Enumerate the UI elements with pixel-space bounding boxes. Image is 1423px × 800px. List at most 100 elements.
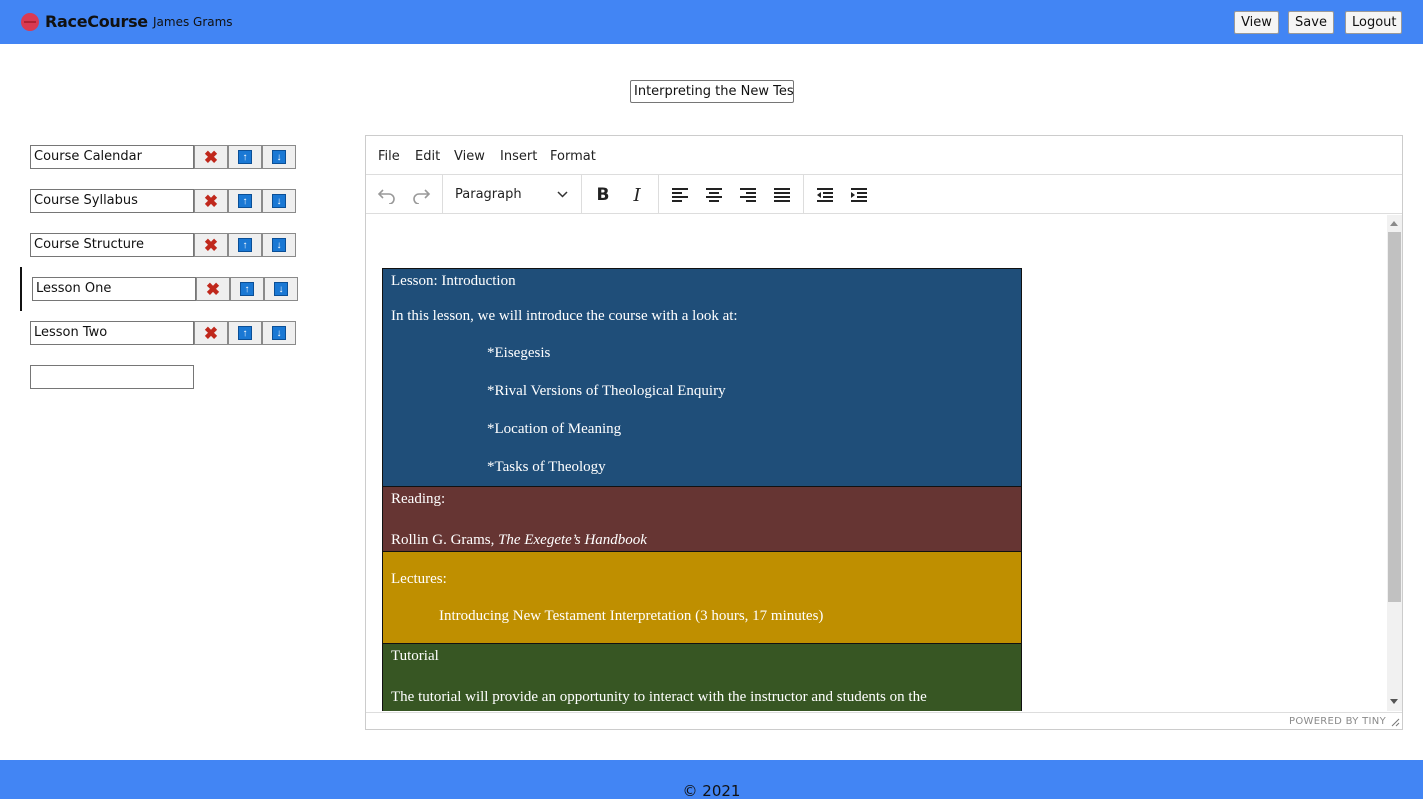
menu-view[interactable]: View: [454, 149, 485, 164]
redo-icon[interactable]: [410, 184, 432, 206]
reading-title: The Exegete’s Handbook: [498, 532, 647, 548]
italic-icon[interactable]: I: [626, 184, 648, 206]
tutorial-cell[interactable]: Tutorial The tutorial will provide an op…: [382, 643, 1022, 711]
move-up-button[interactable]: ↑: [230, 277, 264, 301]
align-left-icon[interactable]: [669, 184, 691, 206]
scroll-up-arrow-icon[interactable]: [1390, 221, 1398, 226]
indent-icon[interactable]: [848, 184, 870, 206]
delete-button[interactable]: ✖: [194, 233, 228, 257]
move-down-button[interactable]: ↓: [262, 233, 296, 257]
lecture-item: Introducing New Testament Interpretation…: [439, 608, 824, 624]
sidebar-item-input[interactable]: Lesson One: [32, 277, 196, 301]
powered-by-link[interactable]: POWERED BY TINY: [1289, 716, 1386, 727]
block-format-select[interactable]: Paragraph: [452, 185, 576, 205]
move-up-button[interactable]: ↑: [228, 145, 262, 169]
toolbar-separator: [803, 175, 804, 213]
topic-item: *Eisegesis: [487, 345, 551, 361]
sidebar-item-input[interactable]: Lesson Two: [30, 321, 194, 345]
arrow-down-icon: ↓: [272, 238, 286, 252]
delete-button[interactable]: ✖: [194, 189, 228, 213]
lectures-cell[interactable]: Lectures: Introducing New Testament Inte…: [382, 551, 1022, 644]
brand[interactable]: RaceCourse: [21, 12, 148, 31]
lectures-heading: Lectures:: [391, 571, 447, 587]
intro-text: In this lesson, we will introduce the co…: [391, 308, 738, 324]
arrow-up-icon: ↑: [240, 282, 254, 296]
course-title-input[interactable]: Interpreting the New Testament: [630, 80, 794, 103]
active-item-indicator: [20, 267, 22, 311]
new-item-row: [30, 365, 194, 389]
delete-x-icon: ✖: [203, 323, 219, 343]
footer: © 2021: [0, 760, 1423, 800]
logout-button[interactable]: Logout: [1345, 11, 1402, 34]
sidebar-item-input[interactable]: Course Structure: [30, 233, 194, 257]
sidebar-item-course-syllabus: Course Syllabus ✖ ↑ ↓: [30, 189, 296, 213]
bold-icon[interactable]: B: [592, 184, 614, 206]
sidebar-item-input[interactable]: Course Calendar: [30, 145, 194, 169]
copyright: © 2021: [682, 782, 741, 800]
move-up-button[interactable]: ↑: [228, 233, 262, 257]
move-down-button[interactable]: ↓: [262, 321, 296, 345]
undo-icon[interactable]: [376, 184, 398, 206]
brand-name: RaceCourse: [45, 12, 148, 31]
rich-text-editor: File Edit View Insert Format Paragraph B…: [365, 135, 1403, 730]
delete-x-icon: ✖: [203, 147, 219, 167]
move-up-button[interactable]: ↑: [228, 321, 262, 345]
delete-button[interactable]: ✖: [194, 145, 228, 169]
sidebar-item-lesson-two: Lesson Two ✖ ↑ ↓: [30, 321, 296, 345]
reading-heading: Reading:: [391, 491, 446, 507]
menu-edit[interactable]: Edit: [415, 149, 440, 164]
sidebar-item-course-calendar: Course Calendar ✖ ↑ ↓: [30, 145, 296, 169]
arrow-down-icon: ↓: [272, 194, 286, 208]
arrow-up-icon: ↑: [238, 194, 252, 208]
editor-toolbar: Paragraph B I: [366, 175, 1402, 214]
move-up-button[interactable]: ↑: [228, 189, 262, 213]
arrow-down-icon: ↓: [272, 326, 286, 340]
view-button[interactable]: View: [1234, 11, 1279, 34]
sidebar-item-lesson-one: Lesson One ✖ ↑ ↓: [32, 277, 298, 301]
topic-item: *Location of Meaning: [487, 421, 622, 437]
sidebar-item-input[interactable]: Course Syllabus: [30, 189, 194, 213]
toolbar-separator: [442, 175, 443, 213]
editor-statusbar: POWERED BY TINY: [366, 712, 1402, 730]
delete-button[interactable]: ✖: [194, 321, 228, 345]
move-down-button[interactable]: ↓: [262, 145, 296, 169]
arrow-up-icon: ↑: [238, 326, 252, 340]
editor-content-area[interactable]: Lesson: Introduction In this lesson, we …: [366, 215, 1387, 711]
topic-item: *Rival Versions of Theological Enquiry: [487, 383, 726, 399]
delete-x-icon: ✖: [205, 279, 221, 299]
arrow-down-icon: ↓: [272, 150, 286, 164]
reading-cell[interactable]: Reading: Rollin G. Grams, The Exegete’s …: [382, 486, 1022, 552]
outdent-icon[interactable]: [814, 184, 836, 206]
editor-menubar: File Edit View Insert Format: [366, 136, 1402, 175]
editor-scrollbar[interactable]: [1387, 215, 1402, 711]
scroll-thumb[interactable]: [1388, 232, 1401, 602]
align-center-icon[interactable]: [703, 184, 725, 206]
toolbar-separator: [581, 175, 582, 213]
delete-button[interactable]: ✖: [196, 277, 230, 301]
menu-file[interactable]: File: [378, 149, 400, 164]
top-navbar: RaceCourse James Grams View Save Logout: [0, 0, 1423, 44]
new-item-input[interactable]: [30, 365, 194, 389]
reading-citation: Rollin G. Grams, The Exegete’s Handbook: [391, 532, 1013, 549]
move-down-button[interactable]: ↓: [264, 277, 298, 301]
arrow-up-icon: ↑: [238, 238, 252, 252]
arrow-up-icon: ↑: [238, 150, 252, 164]
align-right-icon[interactable]: [737, 184, 759, 206]
menu-insert[interactable]: Insert: [500, 149, 537, 164]
tutorial-text: The tutorial will provide an opportunity…: [391, 689, 927, 705]
align-justify-icon[interactable]: [771, 184, 793, 206]
resize-handle-icon[interactable]: [1391, 718, 1400, 727]
topic-item: *Tasks of Theology: [487, 459, 606, 475]
save-button[interactable]: Save: [1288, 11, 1334, 34]
racecourse-logo-icon: [21, 12, 39, 31]
toolbar-separator: [658, 175, 659, 213]
reading-author: Rollin G. Grams,: [391, 532, 499, 548]
menu-format[interactable]: Format: [550, 149, 596, 164]
chevron-down-icon: [557, 191, 568, 198]
intro-cell[interactable]: Lesson: Introduction In this lesson, we …: [382, 268, 1022, 487]
scroll-down-arrow-icon[interactable]: [1390, 699, 1398, 704]
move-down-button[interactable]: ↓: [262, 189, 296, 213]
delete-x-icon: ✖: [203, 191, 219, 211]
user-name: James Grams: [153, 15, 233, 29]
tutorial-heading: Tutorial: [391, 648, 439, 664]
